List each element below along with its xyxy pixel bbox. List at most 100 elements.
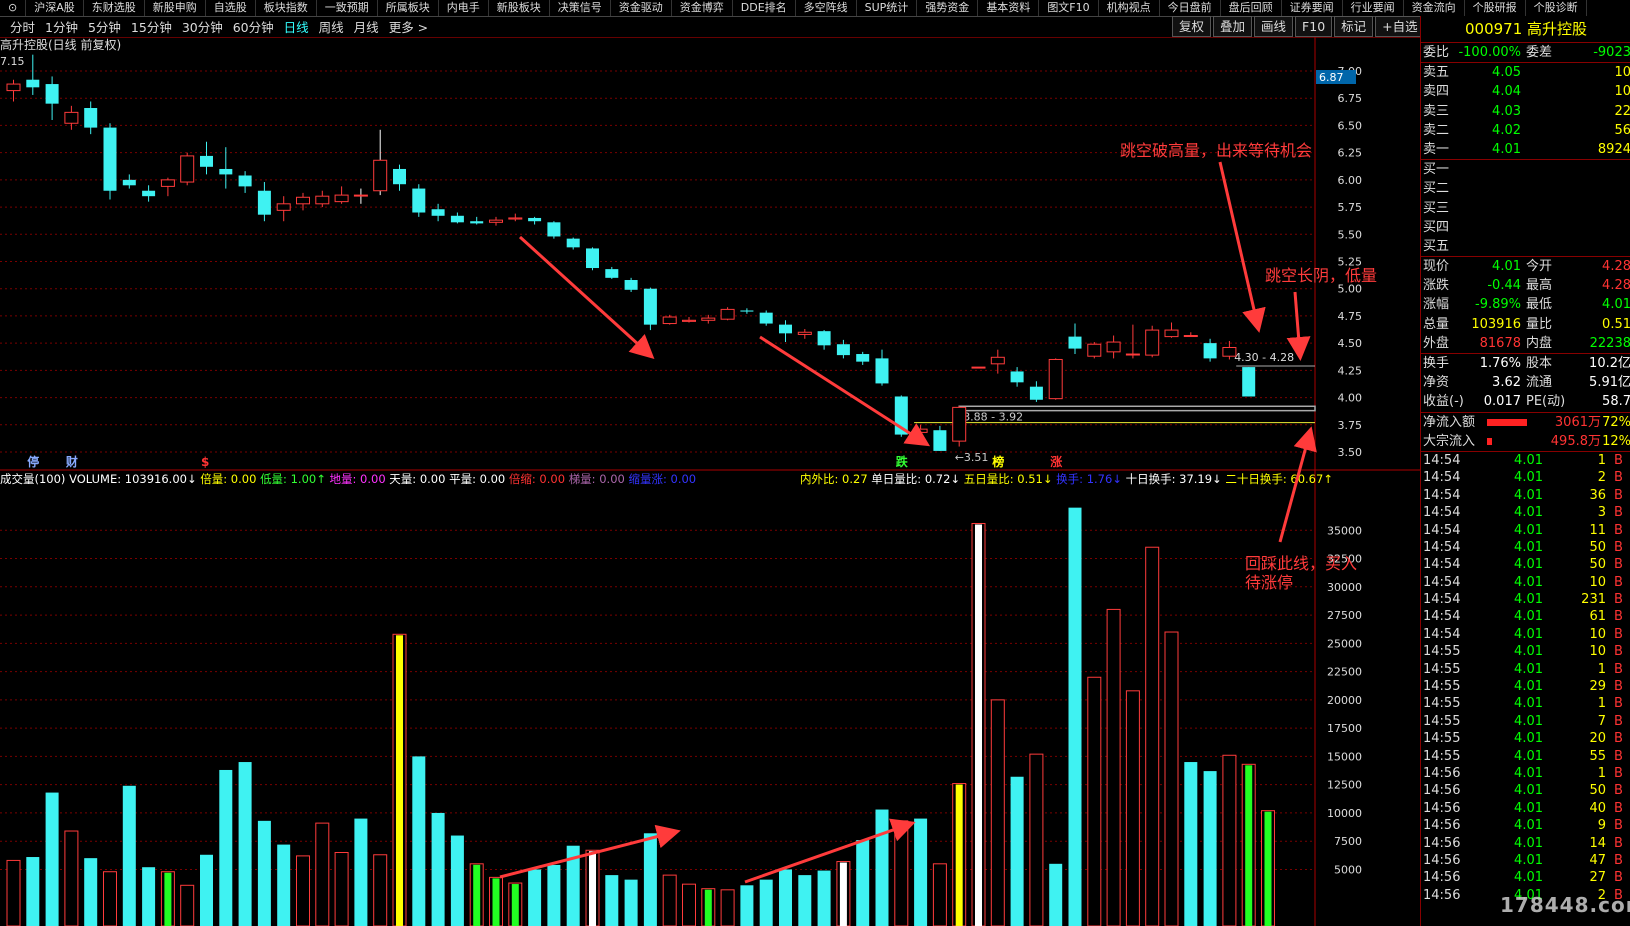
volume-bar	[1145, 546, 1160, 926]
nav-item[interactable]: 个股诊断	[1526, 0, 1587, 16]
signal-tag: $	[201, 455, 209, 469]
volume-bar-inner	[492, 878, 500, 926]
period-tab[interactable]: 1分钟	[45, 17, 78, 36]
toolbar-button[interactable]: 画线	[1254, 16, 1294, 37]
tick-price: 4.01	[1514, 713, 1543, 729]
volume-tick-label: 12500	[1327, 779, 1362, 792]
nav-item[interactable]: 沪深A股	[26, 0, 84, 16]
sell-volume: 22	[1614, 103, 1630, 119]
nav-item[interactable]: 新股申购	[145, 0, 206, 16]
period-tab[interactable]: 15分钟	[131, 17, 172, 36]
candle-body	[547, 222, 561, 237]
candle-body	[122, 179, 136, 186]
nav-item[interactable]: 资金流向	[1404, 0, 1465, 16]
sell-price: 4.03	[1492, 103, 1521, 119]
tick-row: 14:55 4.01 29 B	[1421, 678, 1630, 695]
tick-side: B	[1614, 835, 1623, 851]
tick-side: B	[1614, 539, 1623, 555]
volume-bar	[817, 870, 831, 926]
period-tab[interactable]: 周线	[319, 17, 344, 36]
nav-item[interactable]: 个股研报	[1465, 0, 1526, 16]
period-tab[interactable]: 60分钟	[233, 17, 274, 36]
period-tab[interactable]: 分时	[10, 17, 35, 36]
volume-tick-label: 7500	[1334, 835, 1362, 848]
indicator-value: 缩量涨: 0.00	[628, 472, 699, 486]
tick-price: 4.01	[1514, 800, 1543, 816]
nav-item[interactable]: ⊙	[0, 0, 27, 16]
candle-body	[219, 168, 233, 175]
flow-row: 净流入额 3061万 72%	[1421, 413, 1630, 432]
stat-value: 1.76%	[1479, 356, 1521, 371]
tick-side: B	[1614, 713, 1623, 729]
stat-label: 现价	[1423, 259, 1450, 275]
indicator-value: 倍缩: 0.00	[509, 472, 569, 486]
volume-bar	[1222, 754, 1237, 926]
candle-body	[373, 159, 388, 192]
tick-time: 14:55	[1423, 661, 1461, 677]
period-tab[interactable]: 5分钟	[88, 17, 121, 36]
nav-item[interactable]: DDE排名	[733, 0, 796, 16]
volume-tick-label: 27500	[1327, 609, 1362, 622]
toolbar-button[interactable]: F10	[1295, 16, 1333, 37]
period-tab[interactable]: 日线	[284, 17, 309, 36]
nav-item[interactable]: 图文F10	[1039, 0, 1099, 16]
nav-item[interactable]: SUP统计	[857, 0, 918, 16]
stat-value: 10.2亿	[1589, 356, 1630, 371]
nav-item[interactable]: 内电手	[439, 0, 489, 16]
nav-item[interactable]: 板块指数	[256, 0, 317, 16]
volume-bar	[257, 820, 271, 926]
sell-price: 4.02	[1492, 122, 1521, 138]
volume-bar	[200, 854, 213, 926]
candle-body	[64, 111, 79, 124]
volume-tick-label: 10000	[1327, 807, 1362, 820]
nav-item[interactable]: 东财选股	[84, 0, 145, 16]
nav-item[interactable]: 盘后回顾	[1221, 0, 1282, 16]
price-tick-label: 4.25	[1338, 364, 1363, 377]
nav-item[interactable]: 自选股	[206, 0, 256, 16]
volume-tick-label: 15000	[1327, 750, 1362, 763]
nav-item[interactable]: 证券要闻	[1282, 0, 1343, 16]
price-tick-label: 4.75	[1338, 310, 1363, 323]
nav-item[interactable]: 所属板块	[378, 0, 439, 16]
tick-volume: 61	[1589, 609, 1606, 625]
volume-bar	[662, 874, 677, 926]
stat-value: 4.28	[1602, 278, 1630, 294]
period-tab[interactable]: 30分钟	[182, 17, 223, 36]
nav-item[interactable]: 一致预期	[317, 0, 378, 16]
stat-label: 内盘	[1526, 335, 1553, 351]
nav-item[interactable]: 机构视点	[1099, 0, 1160, 16]
sell-level-label: 卖三	[1423, 103, 1450, 119]
weicha-label: 委差	[1526, 45, 1553, 60]
nav-item[interactable]: 强势资金	[917, 0, 979, 16]
buy-row: 买四	[1421, 218, 1630, 237]
toolbar-button[interactable]: 标记	[1334, 16, 1374, 37]
buy-row: 买五	[1421, 237, 1630, 256]
nav-item[interactable]: 多空阵线	[796, 0, 857, 16]
volume-bar	[547, 864, 561, 926]
volume-bar-inner	[589, 851, 596, 926]
toolbar-button[interactable]: +自选	[1375, 16, 1425, 37]
nav-item[interactable]: 资金博弈	[672, 0, 733, 16]
nav-item[interactable]: 决策信号	[550, 0, 611, 16]
period-tab[interactable]: 更多 >	[389, 17, 428, 36]
volume-bar	[1164, 631, 1179, 926]
stat-label: PE(动)	[1526, 394, 1566, 410]
sell-price: 4.05	[1492, 65, 1521, 81]
volume-tick-label: 22500	[1327, 666, 1362, 679]
toolbar-button[interactable]: 复权	[1172, 16, 1212, 37]
nav-item[interactable]: 今日盘前	[1160, 0, 1221, 16]
nav-item[interactable]: 基本资料	[978, 0, 1040, 16]
tick-side: B	[1614, 505, 1623, 521]
toolbar-button[interactable]: 叠加	[1213, 16, 1253, 37]
period-tab[interactable]: 月线	[354, 17, 379, 36]
volume-bar	[122, 785, 136, 926]
nav-item[interactable]: 新股板块	[489, 0, 550, 16]
nav-item[interactable]: 行业要闻	[1343, 0, 1404, 16]
volume-bar	[528, 869, 542, 926]
nav-item[interactable]: 资金驱动	[611, 0, 672, 16]
tick-volume: 9	[1597, 818, 1606, 834]
tick-side: B	[1614, 679, 1623, 695]
candle-body	[315, 195, 330, 205]
buy-row: 买一	[1421, 160, 1630, 179]
volume-bar	[296, 855, 310, 926]
